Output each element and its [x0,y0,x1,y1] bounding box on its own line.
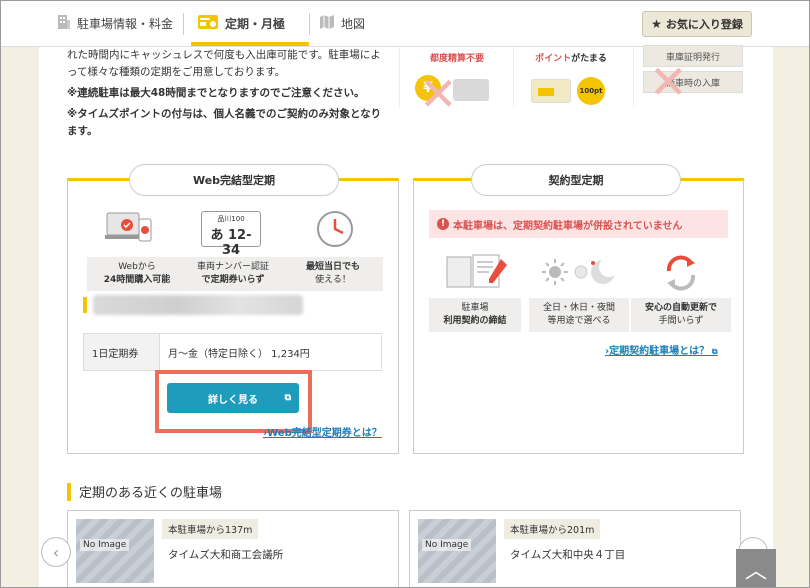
blurred-parking-name [93,295,303,315]
web-card-label: Webから 24時間購入可能 [87,257,187,291]
feature-no-settle: 都度精算不要 [429,54,484,64]
contract-card-renew: 安心の自動更新で 手間いらず [631,298,731,332]
tab-parking-info[interactable]: 駐車場情報・料金 [57,1,173,45]
nearby-heading-text: 定期のある近くの駐車場 [79,486,223,501]
web-card-label: 車両ナンバー認証 で定期券いらず [183,257,283,291]
intro-paragraph: れた時間内にキャッシュレスで何度も入出庫可能です。駐車場によって様々な種類の定期… [67,49,381,78]
carousel-prev-button[interactable]: ‹ [41,537,71,567]
web-card-sameday: 最短当日でも 使える！ [283,257,383,291]
contract-card-agreement: 駐車場 利用契約の締結 [429,298,521,332]
contract-alert-text: 本駐車場は、定期契約駐車場が併設されていません [453,220,683,232]
web-card-line1: 車両ナンバー認証 [196,262,269,272]
devices-icon [105,211,153,251]
parking-photo: No Image [418,519,496,583]
nearby-heading: 定期のある近くの駐車場 [67,482,222,501]
points-badge-icon: 100pt [577,77,605,105]
contract-alert: ! 本駐車場は、定期契約駐車場が併設されていません [429,210,728,238]
feature-points-rest: がたまる [571,54,607,64]
web-card-line2: 使える！ [315,275,351,285]
chevron-left-icon: ‹ [52,542,60,562]
tab-teiki[interactable]: 定期・月極 [197,1,285,45]
active-tab-indicator [191,42,309,46]
auto-renew-icon [661,253,701,297]
sun-moon-icon [541,255,621,293]
star-icon: ★ [651,17,662,31]
no-image-text: No Image [422,539,472,551]
plate-top: 品川100 [217,215,245,223]
clock-icon [315,209,355,253]
web-card-plate: 車両ナンバー認証 で定期券いらず [183,257,283,291]
web-card-label: 最短当日でも 使える！ [283,257,383,291]
calendar-card-icon [197,14,219,33]
web-teiki-title: Web完結型定期 [129,164,339,196]
contract-teiki-link[interactable]: ›定期契約駐車場とは？ ⧉ [605,342,718,357]
parking-name-marker [83,297,87,313]
card-icon [531,79,571,103]
contract-card-line1: 全日・休日・夜間 [542,303,615,313]
contract-card-usage: 全日・休日・夜間 等用途で選べる [529,298,629,332]
price-value: 月〜金（特定日除く） 1,234円 [168,348,310,360]
web-card-line2: で定期券いらず [201,275,265,285]
tab-map[interactable]: 地図 [319,1,365,45]
favorite-label: お気に入り登録 [665,18,743,31]
note-48h: ※連続駐車は最大48時間までとなりますのでご注意ください。 [67,87,365,99]
contract-card-label: 駐車場 利用契約の締結 [429,298,521,332]
page-frame: 駐車場情報・料金 定期・月極 地図 ★ お気に入り登録 れた時間内にキャッシュレ… [0,0,810,588]
license-plate-icon: 品川100 あ 12-34 [201,211,261,258]
no-image-text: No Image [80,539,130,551]
nearby-card[interactable]: No Image 本駐車場から137m タイムズ大和商工会議所 [67,510,399,587]
tab-parking-info-label: 駐車場情報・料金 [77,16,174,31]
contract-card-line2: 等用途で選べる [547,316,611,326]
contract-card-label: 全日・休日・夜間 等用途で選べる [529,298,629,332]
price-key: 1日定期券 [84,334,160,370]
contract-document-icon [445,253,511,295]
contract-card-line2: 利用契約の締結 [443,316,507,326]
back-to-top-button[interactable]: ︿ [736,549,776,587]
cross-mark-icon: ✕ [649,55,688,109]
contract-teiki-title: 契約型定期 [471,164,681,196]
contract-card-label: 安心の自動更新で 手間いらず [631,298,731,332]
feature-points: ポイントがたまる [517,51,625,64]
heading-accent-bar [67,482,71,501]
tab-divider [183,13,184,35]
chevron-up-icon: ︿ [744,559,767,584]
nearby-card[interactable]: No Image 本駐車場から201m タイムズ大和中央４丁目 [409,510,741,587]
intro-text: れた時間内にキャッシュレスで何度も入出庫可能です。駐車場によって様々な種類の定期… [67,47,387,144]
web-teiki-link-text: Web完結型定期券とは？ [267,428,382,439]
contract-card-line2: 手間いらず [658,316,704,326]
tab-teiki-label: 定期・月極 [225,16,286,31]
feature-points-strong: ポイント [535,54,572,64]
exclamation-icon: ! [437,218,449,230]
nearby-distance: 本駐車場から137m [162,519,259,539]
nearby-distance: 本駐車場から201m [504,519,601,539]
contract-card-line1: 安心の自動更新で [644,303,717,313]
favorite-button[interactable]: ★ お気に入り登録 [642,11,752,37]
map-icon [319,14,335,33]
note-points: ※タイムズポイントの付与は、個人名義でのご契約のみ対象となります。 [67,108,382,137]
nearby-name: タイムズ大和商工会議所 [168,549,284,561]
external-link-icon: ⧉ [709,347,718,356]
nearby-name: タイムズ大和中央４丁目 [510,549,626,561]
tab-divider [309,13,310,35]
price-table: 1日定期券 月〜金（特定日除く） 1,234円 [83,333,382,371]
web-card-line1: 最短当日でも [305,262,360,272]
contract-teiki-link-text: 定期契約駐車場とは？ [609,346,710,357]
tab-map-label: 地図 [341,16,366,31]
contract-card-line1: 駐車場 [461,303,489,313]
building-icon [57,14,71,33]
web-card-line2: 24時間購入可能 [103,275,171,285]
parking-photo: No Image [76,519,154,583]
card-icon [453,79,489,101]
plate-main: あ 12-34 [210,228,252,258]
web-teiki-link[interactable]: ›Web完結型定期券とは？ [263,424,382,439]
web-card-line1: Webから [118,262,156,272]
header-bar: 駐車場情報・料金 定期・月極 地図 ★ お気に入り登録 [1,1,809,47]
web-card-24h: Webから 24時間購入可能 [87,257,187,291]
cross-mark-icon: ✕ [419,67,458,121]
